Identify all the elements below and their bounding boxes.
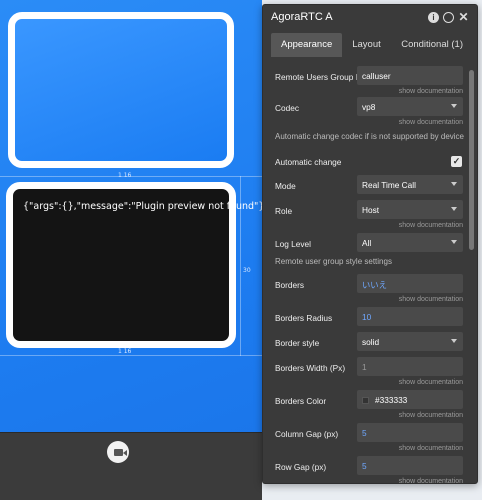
panel-scrollbar[interactable]: [469, 70, 474, 250]
remote-users-group-input[interactable]: calluser: [357, 66, 463, 85]
color-swatch: [362, 397, 369, 404]
panel-header: AgoraRTC A i c ✕: [263, 5, 477, 29]
log-level-select[interactable]: All: [357, 233, 463, 252]
panel-title: AgoraRTC A: [271, 11, 333, 23]
codec-value: vp8: [362, 102, 376, 112]
log-level-value: All: [362, 238, 372, 248]
guide-line: [0, 355, 262, 356]
camera-toggle-button[interactable]: [107, 441, 129, 463]
chevron-down-icon: [451, 104, 457, 108]
tab-conditional[interactable]: Conditional (1): [391, 33, 477, 57]
border-style-value: solid: [362, 337, 380, 347]
chevron-down-icon: [451, 240, 457, 244]
local-video-card[interactable]: [8, 12, 234, 168]
borders-width-label: Borders Width (Px): [275, 363, 346, 373]
borders-input[interactable]: いいえ: [357, 274, 463, 293]
show-documentation-link[interactable]: show documentation: [399, 88, 463, 95]
borders-radius-label: Borders Radius: [275, 313, 333, 323]
remote-users-group-label: Remote Users Group I: [275, 72, 358, 82]
codec-label: Codec: [275, 103, 299, 113]
show-documentation-link[interactable]: show documentation: [399, 379, 463, 386]
automatic-change-label: Automatic change: [275, 157, 342, 167]
plugin-preview-message: {"args":{},"message":"Plugin preview not…: [23, 201, 265, 212]
dimension-label-right: 30: [243, 267, 251, 274]
show-documentation-link[interactable]: show documentation: [399, 119, 463, 126]
dimension-label-bottom: 1 16: [118, 348, 132, 355]
tab-layout[interactable]: Layout: [342, 33, 391, 57]
log-level-label: Log Level: [275, 239, 311, 249]
editor-canvas: 1 16 {"args":{},"message":"Plugin previe…: [0, 0, 264, 500]
close-icon[interactable]: ✕: [458, 10, 469, 24]
mode-label: Mode: [275, 181, 296, 191]
column-gap-input[interactable]: 5: [357, 423, 463, 442]
row-gap-input[interactable]: 5: [357, 456, 463, 475]
show-documentation-link[interactable]: show documentation: [399, 445, 463, 452]
show-documentation-link[interactable]: show documentation: [399, 296, 463, 303]
role-value: Host: [362, 205, 380, 215]
chevron-down-icon: [451, 207, 457, 211]
panel-tabs: Appearance Layout Conditional (1): [263, 31, 477, 57]
border-style-label: Border style: [275, 338, 320, 348]
tab-appearance[interactable]: Appearance: [271, 33, 343, 57]
codec-note: Automatic change codec if is not support…: [275, 132, 464, 141]
video-camera-icon: [113, 448, 127, 456]
borders-radius-input[interactable]: 10: [357, 307, 463, 326]
style-settings-note: Remote user group style settings: [275, 257, 392, 266]
automatic-change-checkbox[interactable]: ✓: [451, 156, 462, 167]
dimension-label-top: 1 16: [118, 172, 132, 179]
guide-line: [240, 176, 241, 356]
chevron-down-icon: [451, 182, 457, 186]
role-select[interactable]: Host: [357, 200, 463, 219]
mode-value: Real Time Call: [362, 180, 416, 190]
borders-width-input[interactable]: 1: [357, 357, 463, 376]
borders-color-label: Borders Color: [275, 396, 327, 406]
column-gap-label: Column Gap (px): [275, 429, 339, 439]
borders-label: Borders: [275, 280, 305, 290]
mode-select[interactable]: Real Time Call: [357, 175, 463, 194]
show-documentation-link[interactable]: show documentation: [399, 478, 463, 483]
border-style-select[interactable]: solid: [357, 332, 463, 351]
show-documentation-link[interactable]: show documentation: [399, 412, 463, 419]
bottom-toolbar: [0, 432, 262, 500]
chevron-down-icon: [451, 339, 457, 343]
comment-icon[interactable]: c: [443, 11, 454, 23]
remote-video-card[interactable]: {"args":{},"message":"Plugin preview not…: [6, 182, 264, 348]
property-editor-panel: AgoraRTC A i c ✕ Appearance Layout Condi…: [262, 4, 478, 484]
borders-color-picker[interactable]: #333333: [357, 390, 463, 409]
borders-color-value: #333333: [375, 395, 408, 405]
show-documentation-link[interactable]: show documentation: [399, 222, 463, 229]
row-gap-label: Row Gap (px): [275, 462, 327, 472]
codec-select[interactable]: vp8: [357, 97, 463, 116]
role-label: Role: [275, 206, 293, 216]
info-icon[interactable]: i: [428, 11, 439, 23]
